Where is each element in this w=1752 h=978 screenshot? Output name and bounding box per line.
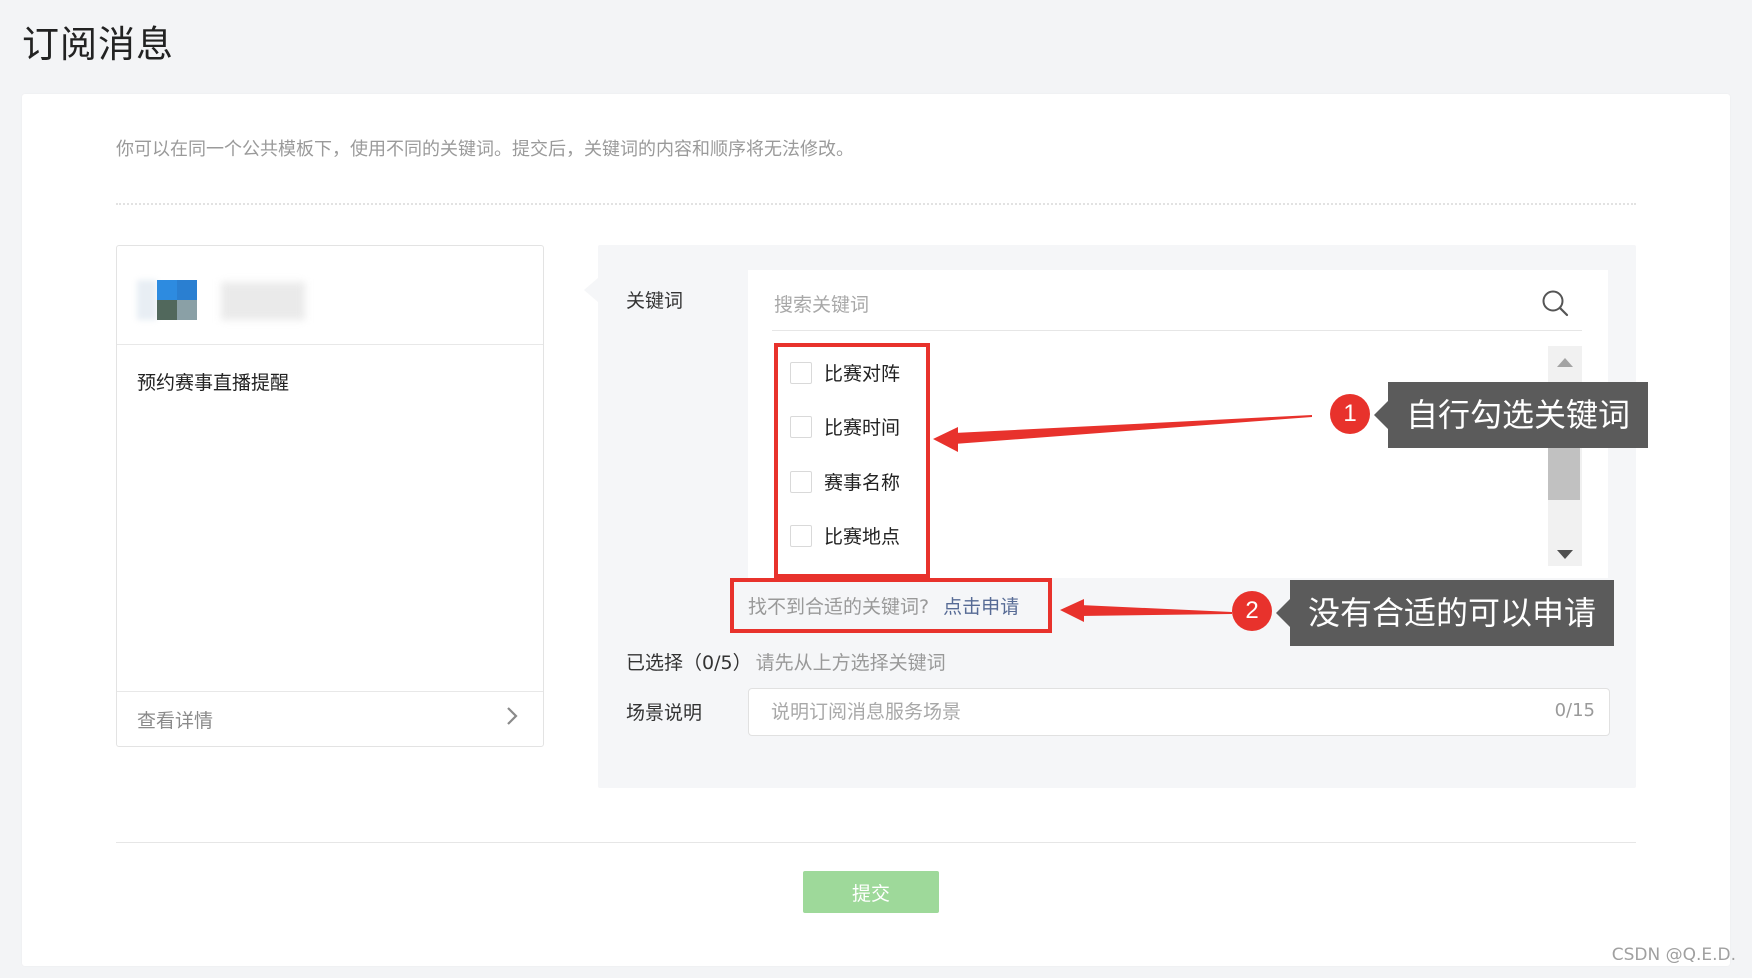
template-name: 预约赛事直播提醒: [137, 372, 290, 394]
chevron-right-icon: [507, 707, 518, 725]
panel-pointer: [584, 278, 598, 302]
intro-text: 你可以在同一个公共模板下，使用不同的关键词。提交后，关键词的内容和顺序将无法修改…: [116, 139, 854, 160]
keyword-list-scrollbar[interactable]: [1548, 346, 1582, 566]
annotation-badge-1: 1: [1330, 394, 1370, 434]
template-card: 预约赛事直播提醒 查看详情: [116, 245, 544, 747]
view-details-link[interactable]: 查看详情: [117, 691, 543, 746]
submit-button[interactable]: 提交: [803, 871, 939, 913]
selected-hint: 请先从上方选择关键词: [755, 652, 946, 674]
page-title: 订阅消息: [22, 23, 174, 66]
annotation-highlight-apply: [730, 578, 1052, 633]
annotation-callout-2: 没有合适的可以申请: [1275, 580, 1615, 646]
divider: [116, 203, 1636, 205]
app-avatar: [137, 280, 217, 320]
footer-divider: [116, 842, 1636, 843]
selected-count: 已选择（0/5）: [626, 652, 752, 674]
annotation-badge-2: 2: [1232, 591, 1272, 631]
search-icon[interactable]: [1540, 288, 1570, 318]
annotation-callout-1: 自行勾选关键词: [1373, 382, 1649, 448]
selected-status: 已选择（0/5） 请先从上方选择关键词: [626, 648, 946, 675]
app-name-blurred: [221, 282, 305, 320]
scroll-up-icon[interactable]: [1557, 358, 1573, 367]
template-card-header: [117, 246, 543, 345]
watermark: CSDN @Q.E.D.: [1611, 945, 1736, 965]
annotation-highlight-keywords: [774, 343, 930, 578]
keyword-label: 关键词: [626, 290, 684, 312]
scene-label: 场景说明: [626, 702, 703, 724]
scroll-down-icon[interactable]: [1557, 550, 1573, 559]
search-divider: [772, 330, 1582, 331]
scene-char-count: 0/15: [1554, 700, 1595, 721]
scene-input[interactable]: [769, 695, 1513, 729]
keyword-search-input[interactable]: [772, 286, 1536, 324]
view-details-label: 查看详情: [137, 710, 214, 732]
scene-field: 0/15: [748, 688, 1610, 736]
